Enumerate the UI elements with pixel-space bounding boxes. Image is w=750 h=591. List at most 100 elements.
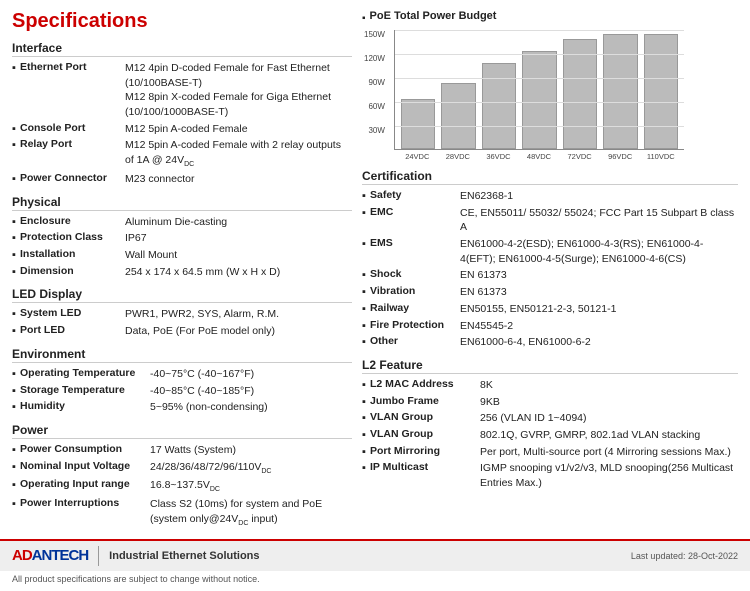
chart-bar-group (482, 63, 516, 149)
spec-port-mirroring: ▪ Port Mirroring Per port, Multi-source … (362, 445, 738, 460)
section-certification: Certification (362, 169, 738, 185)
footer-subtitle: Industrial Ethernet Solutions (109, 550, 259, 562)
spec-fire-protection: ▪ Fire Protection EN45545-2 (362, 319, 738, 334)
footer-left: AD ANTECH Industrial Ethernet Solutions (12, 546, 260, 566)
bullet-icon: ▪ (362, 303, 370, 315)
brand-ad: AD (12, 547, 32, 564)
bullet-icon: ▪ (12, 444, 20, 456)
bullet-icon: ▪ (362, 207, 370, 219)
spec-dimension: ▪ Dimension 254 x 174 x 64.5 mm (W x H x… (12, 265, 352, 280)
spec-relay-port: ▪ Relay Port M12 5pin A-coded Female wit… (12, 138, 352, 170)
chart-bars-container (401, 30, 678, 149)
right-column: ▪ PoE Total Power Budget 150W 120W 90W 6… (362, 10, 738, 531)
spec-operating-input: ▪ Operating Input range 16.8~137.5VDC (12, 478, 352, 495)
brand-logo: AD ANTECH (12, 547, 88, 564)
bullet-icon: ▪ (362, 336, 370, 348)
chart-bar (644, 34, 678, 149)
footer-note-row: All product specifications are subject t… (0, 571, 750, 587)
spec-installation: ▪ Installation Wall Mount (12, 248, 352, 263)
bullet-icon: ▪ (12, 498, 20, 510)
spec-system-led: ▪ System LED PWR1, PWR2, SYS, Alarm, R.M… (12, 307, 352, 322)
footer-date: Last updated: 28-Oct-2022 (631, 551, 738, 561)
grid-line (395, 30, 684, 31)
chart-bar (563, 39, 597, 149)
spec-ethernet-port: ▪ Ethernet Port M12 4pin D-coded Female … (12, 61, 352, 120)
grid-line (395, 126, 684, 127)
chart-section: ▪ PoE Total Power Budget 150W 120W 90W 6… (362, 10, 738, 161)
bullet-icon: ▪ (362, 446, 370, 458)
bullet-icon: ▪ (362, 238, 370, 250)
left-column: Specifications Interface ▪ Ethernet Port… (12, 10, 352, 531)
spec-nominal-voltage: ▪ Nominal Input Voltage 24/28/36/48/72/9… (12, 460, 352, 477)
bullet-icon: ▪ (12, 385, 20, 397)
section-environment: Environment (12, 347, 352, 363)
bullet-icon: ▪ (12, 123, 20, 135)
spec-storage-temp: ▪ Storage Temperature -40~85°C (-40~185°… (12, 384, 352, 399)
bullet-icon: ▪ (12, 325, 20, 337)
spec-console-port: ▪ Console Port M12 5pin A-coded Female (12, 122, 352, 137)
brand-vantech: ANTECH (32, 547, 89, 564)
footer-note: All product specifications are subject t… (12, 574, 260, 584)
bullet-icon: ▪ (12, 216, 20, 228)
chart-bar-group (441, 83, 475, 149)
chart-bar-group (563, 39, 597, 149)
spec-jumbo-frame: ▪ Jumbo Frame 9KB (362, 395, 738, 410)
spec-other: ▪ Other EN61000-6-4, EN61000-6-2 (362, 335, 738, 350)
bullet-icon: ▪ (362, 320, 370, 332)
spec-protection-class: ▪ Protection Class IP67 (12, 231, 352, 246)
bullet-icon: ▪ (12, 479, 20, 491)
bullet-icon: ▪ (362, 269, 370, 281)
section-power: Power (12, 423, 352, 439)
bullet-icon: ▪ (12, 401, 20, 413)
spec-safety: ▪ Safety EN62368-1 (362, 189, 738, 204)
chart-bar (441, 83, 475, 149)
spec-power-interruptions: ▪ Power Interruptions Class S2 (10ms) fo… (12, 497, 352, 529)
chart-x-label: 72VDC (562, 152, 597, 161)
footer-right: Last updated: 28-Oct-2022 (631, 551, 738, 561)
chart-bar (522, 51, 556, 149)
spec-power-consumption: ▪ Power Consumption 17 Watts (System) (12, 443, 352, 458)
spec-vibration: ▪ Vibration EN 61373 (362, 285, 738, 300)
spec-ems: ▪ EMS EN61000-4-2(ESD); EN61000-4-3(RS);… (362, 237, 738, 266)
chart-y-axis: 150W 120W 90W 60W 30W (364, 30, 385, 150)
chart-bar (482, 63, 516, 149)
section-led: LED Display (12, 287, 352, 303)
spec-enclosure: ▪ Enclosure Aluminum Die-casting (12, 215, 352, 230)
bullet-icon: ▪ (362, 429, 370, 441)
spec-shock: ▪ Shock EN 61373 (362, 268, 738, 283)
chart-x-label: 48VDC (522, 152, 557, 161)
chart-bar-group (603, 34, 637, 149)
bullet-icon: ▪ (362, 286, 370, 298)
chart-bar (401, 99, 435, 149)
spec-power-connector: ▪ Power Connector M23 connector (12, 172, 352, 187)
chart-title: PoE Total Power Budget (370, 10, 497, 22)
spec-operating-temp: ▪ Operating Temperature -40~75°C (-40~16… (12, 367, 352, 382)
spec-humidity: ▪ Humidity 5~95% (non-condensing) (12, 400, 352, 415)
chart-bullet: ▪ (362, 13, 366, 24)
bullet-icon: ▪ (12, 139, 20, 151)
chart-x-axis: 24VDC 28VDC 36VDC 48VDC 72VDC 96VDC 110V… (394, 152, 684, 161)
spec-emc: ▪ EMC CE, EN55011/ 55032/ 55024; FCC Par… (362, 206, 738, 235)
spec-port-led: ▪ Port LED Data, PoE (For PoE model only… (12, 324, 352, 339)
bullet-icon: ▪ (362, 412, 370, 424)
spec-vlan-group-1: ▪ VLAN Group 256 (VLAN ID 1~4094) (362, 411, 738, 426)
grid-line (395, 102, 684, 103)
footer: AD ANTECH Industrial Ethernet Solutions … (0, 539, 750, 571)
bullet-icon: ▪ (362, 379, 370, 391)
chart-x-label: 24VDC (400, 152, 435, 161)
chart-x-label: 96VDC (603, 152, 638, 161)
chart-x-label: 28VDC (441, 152, 476, 161)
chart-bar (603, 34, 637, 149)
grid-line (395, 78, 684, 79)
section-l2: L2 Feature (362, 358, 738, 374)
bullet-icon: ▪ (12, 266, 20, 278)
bullet-icon: ▪ (12, 249, 20, 261)
spec-l2-mac: ▪ L2 MAC Address 8K (362, 378, 738, 393)
bullet-icon: ▪ (12, 461, 20, 473)
bullet-icon: ▪ (12, 232, 20, 244)
chart-bar-group (401, 99, 435, 149)
chart-x-label: 36VDC (481, 152, 516, 161)
chart-bar-group (644, 34, 678, 149)
section-physical: Physical (12, 195, 352, 211)
section-interface: Interface (12, 41, 352, 57)
